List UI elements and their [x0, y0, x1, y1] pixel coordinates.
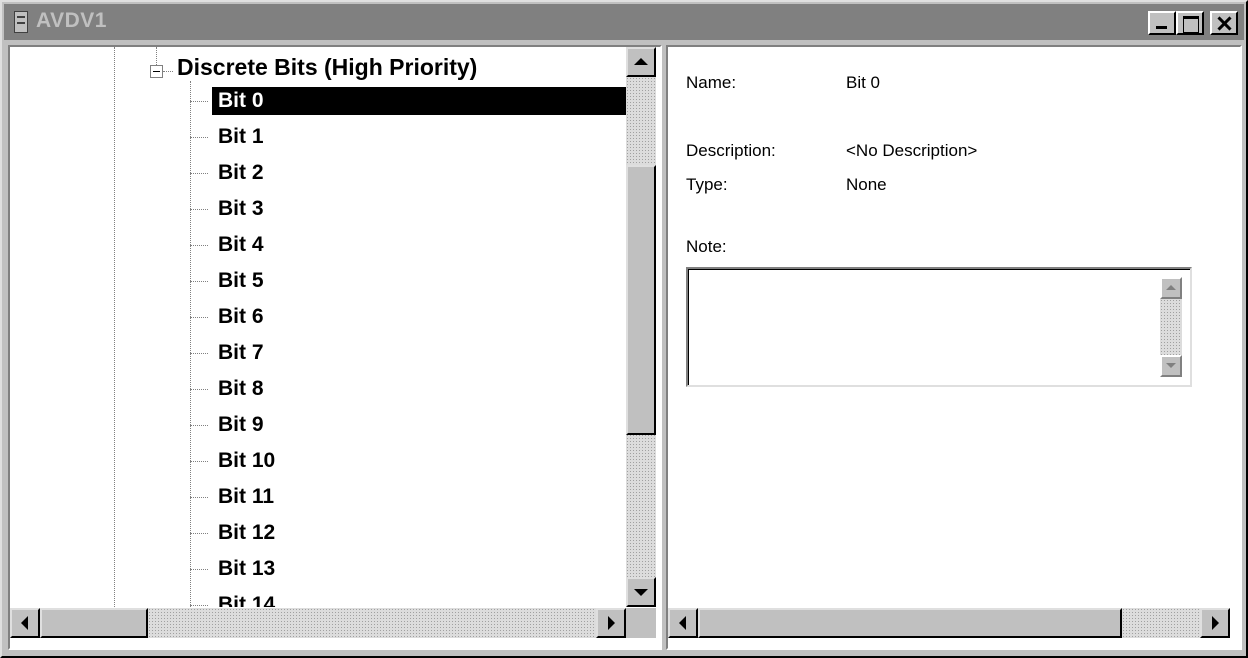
minimize-button[interactable]: [1148, 11, 1176, 35]
details-horizontal-scroll-thumb[interactable]: [698, 608, 1122, 638]
window-title: AVDV1: [36, 9, 107, 32]
tree-connector: [190, 569, 208, 570]
tree-item-label: Bit 5: [218, 269, 264, 292]
tree-item-label: Bit 14: [218, 593, 276, 607]
arrow-up-icon: [634, 58, 648, 65]
tree-item-label: Bit 11: [218, 485, 275, 508]
app-window: AVDV1 Discrete Bits (High Priority) Bit …: [0, 0, 1248, 658]
tree-connector: [190, 605, 208, 606]
tree-connector: [190, 173, 208, 174]
tree-connector: [163, 71, 173, 72]
details-horizontal-scroll-track[interactable]: [1122, 608, 1200, 638]
tree-connector: [190, 353, 208, 354]
tree-item-label: Bit 0: [212, 87, 626, 115]
tree-view[interactable]: Discrete Bits (High Priority) Bit 0 Bit 1…: [10, 47, 626, 607]
tree-item-label: Bit 13: [218, 557, 276, 580]
details-pane: Name: Bit 0 Description: <No Description…: [666, 45, 1242, 650]
horizontal-scroll-track[interactable]: [148, 608, 596, 638]
note-field[interactable]: [686, 267, 1192, 387]
tree-guide-line: [114, 47, 115, 607]
arrow-right-icon: [608, 616, 615, 630]
tree-connector: [190, 317, 208, 318]
details-scroll-right-button[interactable]: [1200, 608, 1230, 638]
tree-pane: Discrete Bits (High Priority) Bit 0 Bit 1…: [8, 45, 662, 650]
tree-item-label: Bit 10: [218, 449, 276, 472]
vertical-scroll-thumb[interactable]: [626, 165, 656, 435]
scroll-corner: [626, 608, 656, 638]
tree-connector: [190, 137, 208, 138]
note-scroll-down-button[interactable]: [1160, 355, 1182, 377]
details-scroll-left-button[interactable]: [668, 608, 698, 638]
close-button[interactable]: [1210, 11, 1238, 35]
tree-item-label: Bit 8: [218, 377, 264, 400]
tree-connector: [190, 461, 208, 462]
note-scroll-up-button[interactable]: [1160, 277, 1182, 299]
description-value: <No Description>: [846, 141, 978, 160]
title-bar[interactable]: AVDV1: [4, 4, 1244, 40]
tree-item-label: Bit 7: [218, 341, 264, 364]
tree-connector: [190, 533, 208, 534]
note-label: Note:: [686, 237, 727, 256]
scroll-left-button[interactable]: [10, 608, 40, 638]
tree-connector: [190, 425, 208, 426]
type-value: None: [846, 175, 887, 194]
tree-connector: [190, 101, 208, 102]
tree-item-label: Bit 6: [218, 305, 264, 328]
tree-connector: [190, 209, 208, 210]
scroll-down-button[interactable]: [626, 577, 656, 607]
collapse-icon[interactable]: [150, 65, 163, 78]
arrow-left-icon: [679, 616, 686, 630]
arrow-up-icon: [1166, 285, 1176, 290]
tree-connector: [190, 497, 208, 498]
arrow-left-icon: [21, 616, 28, 630]
tree-guide-line: [190, 81, 191, 607]
tree-node-discrete-bits[interactable]: Discrete Bits (High Priority): [177, 54, 477, 81]
maximize-button[interactable]: [1176, 11, 1204, 35]
arrow-down-icon: [634, 589, 648, 596]
arrow-down-icon: [1166, 363, 1176, 368]
tree-connector: [190, 281, 208, 282]
tree-item-label: Bit 3: [218, 197, 264, 220]
tree-item-label: Bit 2: [218, 161, 264, 184]
tree-connector: [190, 389, 208, 390]
app-icon[interactable]: [14, 11, 28, 33]
type-label: Type:: [686, 175, 728, 194]
tree-item-label: Bit 4: [218, 233, 264, 256]
horizontal-scroll-thumb[interactable]: [40, 608, 148, 638]
name-label: Name:: [686, 73, 737, 92]
tree-connector: [190, 245, 208, 246]
note-scroll-track[interactable]: [1160, 299, 1182, 355]
arrow-right-icon: [1212, 616, 1219, 630]
tree-item-label: Bit 9: [218, 413, 264, 436]
name-value: Bit 0: [846, 73, 881, 92]
scroll-up-button[interactable]: [626, 47, 656, 77]
note-field-border: [688, 269, 1190, 385]
tree-item-label: Bit 1: [218, 125, 264, 148]
scroll-right-button[interactable]: [596, 608, 626, 638]
description-label: Description:: [686, 141, 776, 160]
tree-item-label: Bit 12: [218, 521, 276, 544]
